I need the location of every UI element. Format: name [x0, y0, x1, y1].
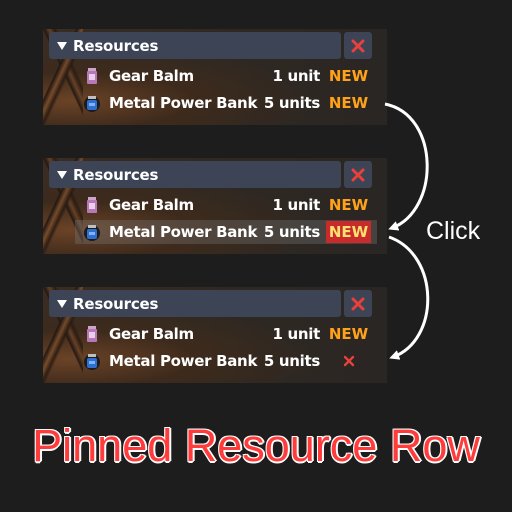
arrow-2 [388, 235, 430, 360]
click-annotation: Click [426, 217, 481, 245]
arrow-1 [384, 102, 429, 231]
caption-title: Pinned Resource Row [32, 420, 480, 471]
